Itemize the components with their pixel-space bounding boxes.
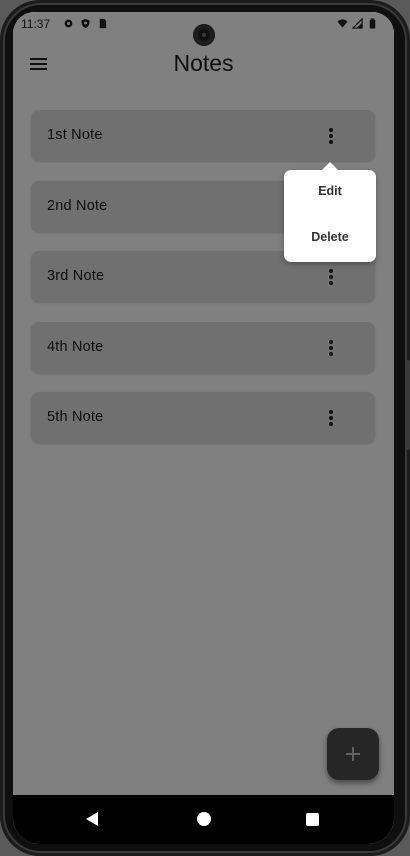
recents-icon[interactable] — [306, 813, 319, 826]
side-button — [406, 360, 410, 450]
screen: 11:37 Notes 1st Note 2nd Note 3rd Note 4… — [13, 12, 394, 844]
home-icon[interactable] — [197, 812, 211, 826]
phone-frame: 11:37 Notes 1st Note 2nd Note 3rd Note 4… — [0, 0, 410, 856]
back-icon[interactable] — [86, 812, 98, 826]
edit-menu-item[interactable]: Edit — [284, 171, 376, 211]
front-camera — [193, 24, 215, 46]
modal-scrim[interactable] — [13, 12, 394, 795]
notes-app: 11:37 Notes 1st Note 2nd Note 3rd Note 4… — [13, 12, 394, 795]
delete-menu-item[interactable]: Delete — [284, 217, 376, 257]
note-options-popup: Edit Delete — [284, 162, 376, 262]
system-nav-bar — [13, 795, 394, 844]
popup-arrow — [321, 162, 339, 171]
